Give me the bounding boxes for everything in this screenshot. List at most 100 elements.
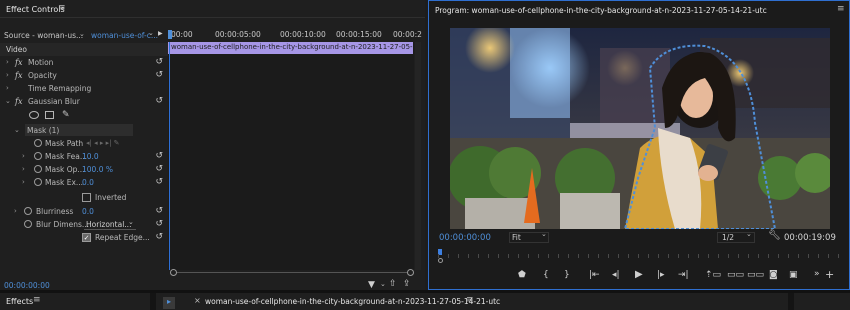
footer-timecode[interactable]: 00:00:00:00 xyxy=(4,281,50,290)
reset-icon[interactable]: ↺ xyxy=(155,231,163,244)
chevron-right-icon[interactable]: › xyxy=(6,82,9,95)
ellipse-mask-icon[interactable] xyxy=(29,111,39,119)
overwrite-icon[interactable]: ▭▭ xyxy=(747,270,764,280)
rectangle-mask-icon[interactable] xyxy=(45,111,54,119)
reset-icon[interactable]: ↺ xyxy=(155,56,163,69)
vertical-scrollbar[interactable] xyxy=(415,42,421,270)
go-to-out-icon[interactable]: ⇥| xyxy=(678,270,689,280)
clip-bar[interactable]: woman-use-of-cellphone-in-the-city-backg… xyxy=(168,42,413,54)
stopwatch-icon[interactable] xyxy=(34,139,42,147)
playhead-marker[interactable] xyxy=(168,30,172,39)
effect-gaussian-blur[interactable]: ⌄ fx Gaussian Blur ↺ xyxy=(0,95,168,108)
tool-icon[interactable]: ▸ xyxy=(163,297,175,309)
scrub-bar[interactable] xyxy=(438,249,842,263)
program-title[interactable]: Program: woman-use-of-cellphone-in-the-c… xyxy=(435,6,767,15)
wrench-icon[interactable]: 🔧︎ xyxy=(768,230,781,241)
resolution-select[interactable]: 1/2 ⌄ xyxy=(717,230,755,243)
mark-out-icon[interactable]: } xyxy=(564,270,570,280)
extract-icon[interactable]: ▭▭ xyxy=(727,270,744,280)
stopwatch-icon[interactable] xyxy=(24,220,32,228)
pen-mask-icon[interactable]: ✎ xyxy=(62,109,70,122)
play-icon[interactable]: ▶ xyxy=(635,269,643,280)
repeat-edge-row: ✓ Repeat Edge... ↺ xyxy=(0,231,168,244)
export-frame-icon[interactable]: ◙ xyxy=(769,270,778,280)
hamburger-icon[interactable]: ≡ xyxy=(466,295,474,305)
video-frame[interactable] xyxy=(450,28,830,229)
zoom-scrollbar[interactable] xyxy=(170,269,414,277)
fit-select[interactable]: Fit ⌄ xyxy=(509,230,549,243)
chevron-down-icon[interactable]: ⌄ xyxy=(5,95,11,108)
blurriness-value[interactable]: 0.0 xyxy=(82,205,94,218)
mask-expansion-value[interactable]: 0.0 xyxy=(82,176,94,189)
timecode-0: 00:00 xyxy=(171,30,193,39)
chevron-down-icon[interactable]: ⌄ xyxy=(746,230,752,238)
time-ruler[interactable]: 00:00 00:00:05:00 00:00:10:00 00:00:15:0… xyxy=(168,28,422,42)
mask-row[interactable]: ⌄ Mask (1) xyxy=(0,124,168,137)
chevron-right-icon[interactable]: › xyxy=(6,69,9,82)
source-label[interactable]: Source - woman-us... xyxy=(4,31,83,40)
chevron-down-icon[interactable]: ⌄ xyxy=(14,124,20,137)
chevron-down-icon[interactable]: ⌄ xyxy=(148,29,154,37)
chevron-right-icon[interactable]: › xyxy=(22,150,25,163)
effects-tab[interactable]: Effects xyxy=(6,297,33,306)
close-icon[interactable]: × xyxy=(194,296,201,305)
repeat-edge-checkbox[interactable]: ✓ xyxy=(82,233,91,242)
chevron-right-icon[interactable]: › xyxy=(22,163,25,176)
chevron-down-icon[interactable]: ⌄ xyxy=(541,230,547,238)
reset-icon[interactable]: ↺ xyxy=(155,95,163,108)
reset-icon[interactable]: ↺ xyxy=(155,69,163,82)
comparison-icon[interactable]: ▣ xyxy=(789,270,798,280)
chevron-down-icon[interactable]: ⌄ xyxy=(380,280,386,288)
sequence-tab[interactable]: woman-use-of-cellphone-in-the-city-backg… xyxy=(205,297,500,306)
effect-time-remapping[interactable]: › Time Remapping xyxy=(0,82,168,95)
inverted-checkbox[interactable] xyxy=(82,193,91,202)
inverted-label: Inverted xyxy=(95,193,127,202)
hamburger-icon[interactable]: ≡ xyxy=(33,295,41,305)
mark-in-icon[interactable]: { xyxy=(543,270,549,280)
step-back-icon[interactable]: ◂| xyxy=(612,270,620,280)
current-time[interactable]: 00:00:00:00 xyxy=(439,233,491,243)
chevron-down-icon[interactable]: ⌄ xyxy=(79,30,85,38)
chevron-right-icon[interactable]: › xyxy=(14,205,17,218)
reset-icon[interactable]: ↺ xyxy=(155,150,163,163)
effect-motion[interactable]: › fx Motion ↺ xyxy=(0,56,168,69)
duration: 00:00:19:09 xyxy=(784,233,836,243)
step-forward-icon[interactable]: |▸ xyxy=(657,270,665,280)
track-mask-controls[interactable]: ◂| ◂ ▸ ▸| ✎ xyxy=(86,137,120,150)
stopwatch-icon[interactable] xyxy=(34,152,42,160)
export-media-icon[interactable]: ⇪ xyxy=(403,279,411,289)
mask-opacity-value[interactable]: 100.0 % xyxy=(82,163,113,176)
hamburger-icon[interactable]: ≡ xyxy=(58,3,66,13)
effect-controls-panel: Effect Controls ≡ Source - woman-us... ⌄… xyxy=(0,0,425,290)
zoom-track xyxy=(177,272,407,273)
more-icon[interactable]: » xyxy=(814,269,820,279)
fx-icon[interactable]: fx xyxy=(15,69,22,82)
effect-opacity[interactable]: › fx Opacity ↺ xyxy=(0,69,168,82)
chevron-down-icon[interactable]: ⌄ xyxy=(128,216,134,229)
chevron-right-icon[interactable]: › xyxy=(22,176,25,189)
stopwatch-icon[interactable] xyxy=(34,178,42,186)
scrub-left-handle[interactable] xyxy=(438,258,443,263)
reset-icon[interactable]: ↺ xyxy=(155,218,163,231)
effect-controls-tab[interactable]: Effect Controls xyxy=(6,5,65,14)
opacity-label: Opacity xyxy=(28,71,57,80)
mask-feather-value[interactable]: 10.0 xyxy=(82,150,99,163)
plus-icon[interactable]: + xyxy=(825,268,834,281)
filter-icon[interactable]: ▼ xyxy=(368,280,375,290)
play-icon[interactable]: ▶ xyxy=(158,30,163,37)
export-icon[interactable]: ⇧ xyxy=(389,279,397,289)
lift-icon[interactable]: ⇡▭ xyxy=(705,270,721,280)
go-to-in-icon[interactable]: |⇤ xyxy=(589,270,600,280)
reset-icon[interactable]: ↺ xyxy=(155,163,163,176)
fx-icon[interactable]: fx xyxy=(15,95,22,108)
reset-icon[interactable]: ↺ xyxy=(155,176,163,189)
stopwatch-icon[interactable] xyxy=(24,207,32,215)
chevron-right-icon[interactable]: › xyxy=(6,56,9,69)
effect-timeline[interactable]: woman-use-of-cellphone-in-the-city-backg… xyxy=(168,42,414,270)
stopwatch-icon[interactable] xyxy=(34,165,42,173)
timecode-5: 00:00:05:00 xyxy=(215,30,261,39)
hamburger-icon[interactable]: ≡ xyxy=(837,4,845,14)
reset-icon[interactable]: ↺ xyxy=(155,205,163,218)
marker-icon[interactable]: ⬟ xyxy=(518,270,526,280)
fx-icon[interactable]: fx xyxy=(15,56,22,69)
